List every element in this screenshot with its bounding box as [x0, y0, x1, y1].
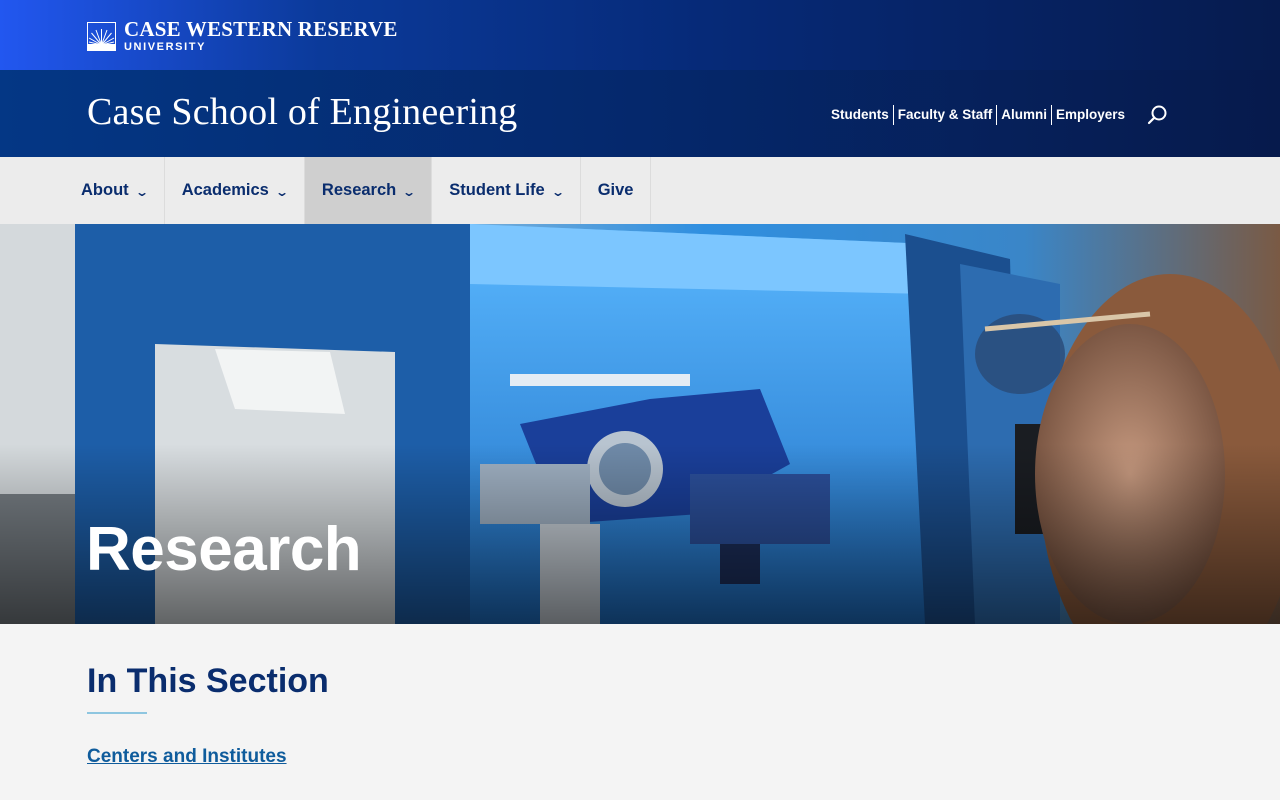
nav-item-label: About — [81, 181, 129, 199]
chevron-down-icon: ⌄ — [402, 185, 417, 199]
nav-item-label: Student Life — [449, 181, 545, 199]
search-button[interactable] — [1146, 103, 1170, 127]
nav-item-label: Academics — [181, 181, 269, 199]
audience-link-students[interactable]: Students — [830, 105, 893, 125]
university-logo[interactable]: CASE WESTERN RESERVE UNIVERSITY — [87, 19, 398, 53]
main-nav: About ⌄ Academics ⌄ Research ⌄ Student L… — [0, 157, 1280, 224]
hero-banner: Research — [0, 224, 1280, 624]
audience-link-employers[interactable]: Employers — [1051, 105, 1129, 125]
nav-item-research[interactable]: Research ⌄ — [304, 157, 433, 224]
nav-item-student-life[interactable]: Student Life ⌄ — [432, 157, 581, 224]
audience-link-alumni[interactable]: Alumni — [996, 105, 1051, 125]
school-header: Case School of Engineering Students Facu… — [0, 70, 1280, 157]
in-this-section: In This Section Centers and Institutes — [0, 624, 1280, 800]
section-heading: In This Section — [87, 662, 329, 700]
link-centers-and-institutes[interactable]: Centers and Institutes — [87, 746, 287, 768]
nav-item-give[interactable]: Give — [581, 157, 652, 224]
page-title: Research — [86, 515, 362, 584]
nav-item-about[interactable]: About ⌄ — [64, 157, 165, 224]
chevron-down-icon: ⌄ — [274, 185, 289, 199]
university-subname: UNIVERSITY — [124, 41, 207, 53]
university-name: CASE WESTERN RESERVE — [124, 17, 398, 41]
nav-item-label: Research — [321, 181, 397, 199]
school-title[interactable]: Case School of Engineering — [87, 90, 518, 134]
search-icon — [1147, 105, 1167, 125]
chevron-down-icon: ⌄ — [550, 185, 565, 199]
chevron-down-icon: ⌄ — [134, 185, 149, 199]
nav-item-academics[interactable]: Academics ⌄ — [165, 157, 305, 224]
nav-item-label: Give — [597, 181, 634, 199]
university-bar: CASE WESTERN RESERVE UNIVERSITY — [0, 0, 1280, 70]
section-divider — [87, 712, 147, 714]
audience-nav: Students Faculty & Staff Alumni Employer… — [830, 105, 1129, 125]
sunburst-icon — [87, 21, 116, 51]
audience-link-faculty-staff[interactable]: Faculty & Staff — [892, 105, 997, 125]
